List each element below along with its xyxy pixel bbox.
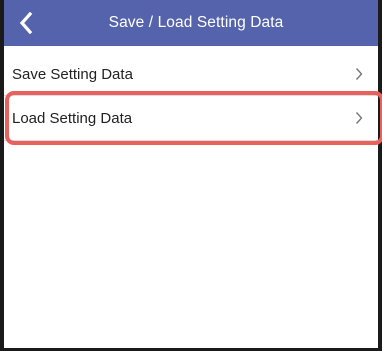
app-bar: Save / Load Setting Data	[4, 0, 378, 46]
page-title: Save / Load Setting Data	[108, 14, 284, 31]
list-item-label: Save Setting Data	[12, 65, 133, 83]
divider	[4, 140, 378, 141]
list-item-load-setting-data[interactable]: Load Setting Data	[4, 95, 378, 141]
back-button[interactable]	[13, 7, 39, 39]
chevron-left-icon	[19, 12, 33, 34]
list-item-label: Load Setting Data	[12, 109, 133, 127]
chevron-right-icon	[354, 111, 364, 125]
chevron-right-icon	[354, 67, 364, 81]
list-item-save-setting-data[interactable]: Save Setting Data	[4, 51, 378, 97]
screen-frame: Save / Load Setting Data Save Setting Da…	[0, 0, 382, 351]
